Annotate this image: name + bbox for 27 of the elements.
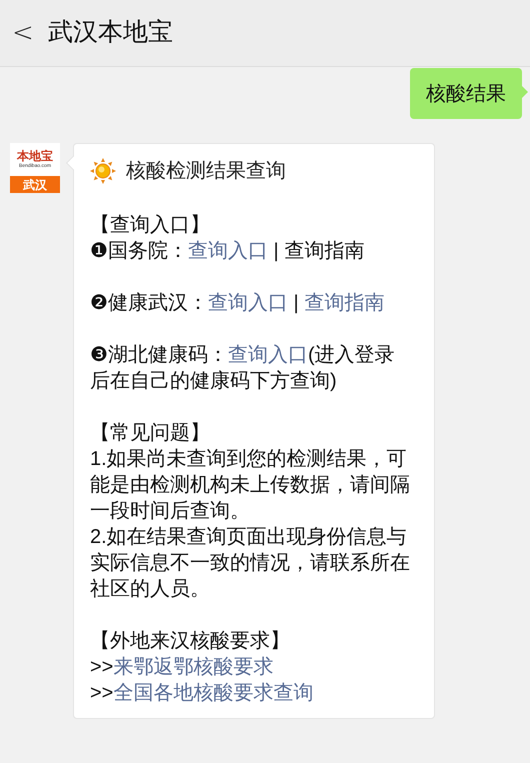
link[interactable]: 来鄂返鄂核酸要求 <box>113 656 274 678</box>
logo-text: 本地宝 <box>17 150 53 162</box>
link[interactable]: 查询入口 <box>208 292 288 314</box>
message-text: (进入登录 <box>308 344 395 366</box>
bubble-tail <box>522 86 528 98</box>
link[interactable]: 全国各地核酸要求查询 <box>113 682 314 704</box>
message-text: ❸湖北健康码： <box>90 344 228 366</box>
message-text: 后在自己的健康码下方查询) <box>90 370 337 392</box>
link[interactable]: 查询指南 <box>304 292 384 314</box>
message-text: >> <box>90 656 114 678</box>
message-text: 【外地来汉核酸要求】 <box>90 630 290 652</box>
message-text: | 查询指南 <box>272 240 364 262</box>
link[interactable]: 查询入口 <box>188 240 268 262</box>
message-text: >> <box>90 682 114 704</box>
city-label: 武汉 <box>23 178 47 190</box>
link[interactable]: 查询入口 <box>228 344 308 366</box>
message-text: | <box>292 292 300 314</box>
message-text: 1.如果尚未查询到您的检测结果，可能是由检测机构未上传数据，请间隔一段时间后查询。 <box>90 448 410 522</box>
message-text: 【查询入口】 <box>90 214 210 236</box>
message-text: 2.如在结果查询页面出现身份信息与实际信息不一致的情况，请联系所在社区的人员。 <box>90 526 410 600</box>
card-title: 核酸检测结果查询 <box>126 159 286 184</box>
message-text: 【常见问题】 <box>90 422 210 444</box>
sun-icon <box>90 158 116 184</box>
window-title: 武汉本地宝 <box>48 17 173 48</box>
message-text: ❶国务院： <box>90 240 188 262</box>
message-text: ❷健康武汉： <box>90 292 208 314</box>
back-button[interactable]: < <box>12 20 34 46</box>
